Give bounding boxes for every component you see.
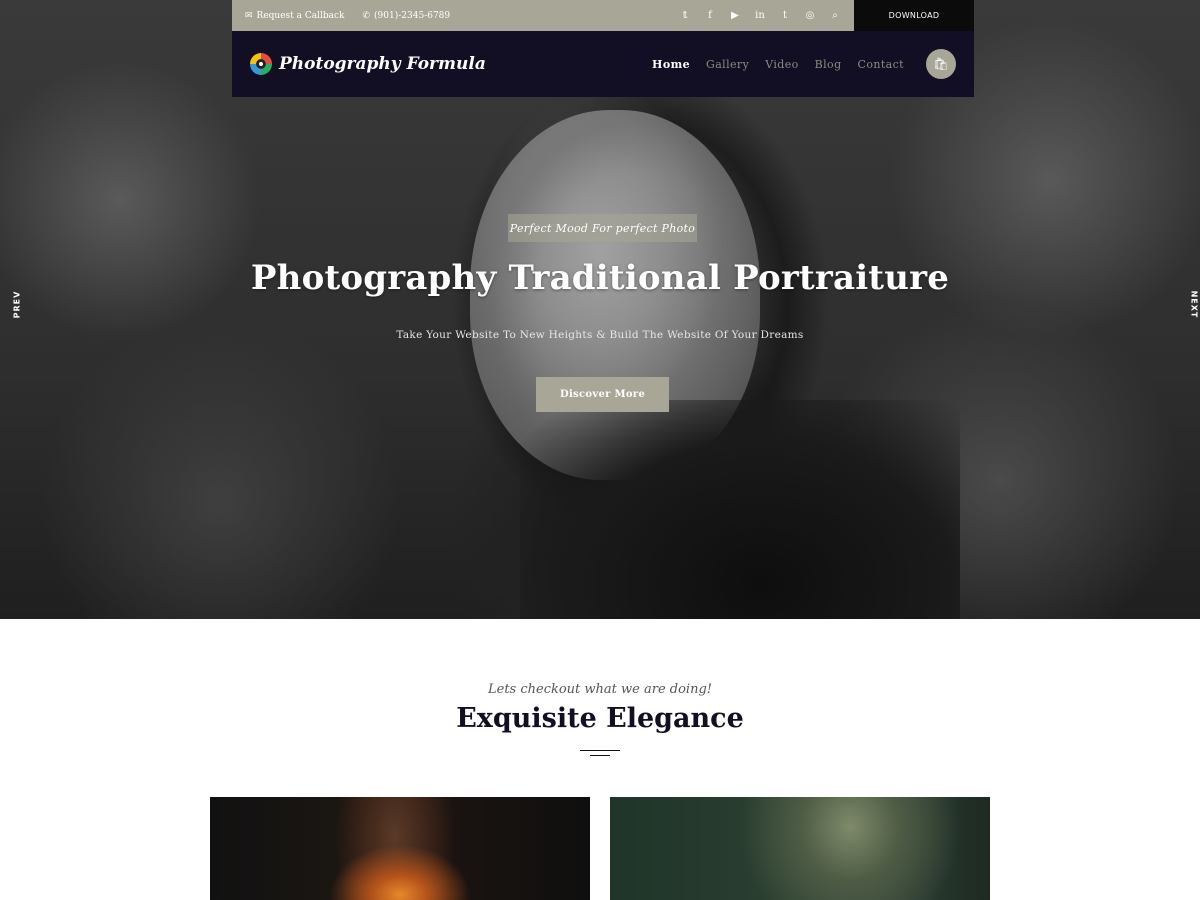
slider-next-button[interactable]: NEXT [1189,291,1198,319]
phone-link[interactable]: ✆ (901)-2345-6789 [363,11,451,21]
shopping-bag-icon: 🛍 [933,57,949,71]
discover-more-button[interactable]: Discover More [536,377,669,412]
main-navbar: Photography Formula Home Gallery Video Blog… [232,31,974,97]
youtube-icon[interactable]: ▶ [729,10,741,21]
linkedin-icon[interactable]: in [754,10,766,21]
twitter-icon[interactable]: 𝕥 [679,10,691,21]
nav-item-gallery[interactable]: Gallery [706,58,749,71]
request-callback-label: Request a Callback [256,10,345,21]
section-divider [580,750,620,751]
cart-button[interactable]: 🛍 [926,49,956,79]
social-links: 𝕥 f ▶ in t ◎ ⌕ [679,10,841,21]
camera-lens-icon [250,53,272,75]
nav-item-blog[interactable]: Blog [815,58,842,71]
logo-text: Photography Formula [279,54,486,74]
tumblr-icon[interactable]: t [779,10,791,21]
phone-number: (901)-2345-6789 [374,10,451,21]
section-kicker: Lets checkout what we are doing! [488,682,712,697]
section-title: Exquisite Elegance [456,703,744,734]
envelope-icon: ✉ [245,10,253,21]
gallery-card-fire[interactable] [210,797,590,900]
slider-prev-button[interactable]: PREV [12,291,21,319]
top-bar: ✉ Request a Callback ✆ (901)-2345-6789 𝕥… [232,0,854,31]
gallery-card-forest[interactable] [610,797,990,900]
request-callback-link[interactable]: ✉ Request a Callback [245,11,345,21]
instagram-icon[interactable]: ◎ [804,10,816,21]
search-icon[interactable]: ⌕ [829,10,841,21]
phone-icon: ✆ [362,10,371,21]
main-menu: Home Gallery Video Blog Contact [652,58,904,71]
site-logo[interactable]: Photography Formula [250,53,486,75]
download-button[interactable]: DOWNLOAD [854,0,974,31]
nav-item-video[interactable]: Video [765,58,798,71]
hero-coat-shade [520,400,960,619]
nav-item-contact[interactable]: Contact [858,58,904,71]
hero-tagline: Perfect Mood For perfect Photo [508,214,697,242]
section-divider-short [590,755,610,756]
hero-subtitle: Take Your Website To New Heights & Build… [396,329,804,341]
nav-item-home[interactable]: Home [652,58,690,71]
facebook-icon[interactable]: f [704,10,716,21]
hero-title: Photography Traditional Portraiture [250,258,950,298]
